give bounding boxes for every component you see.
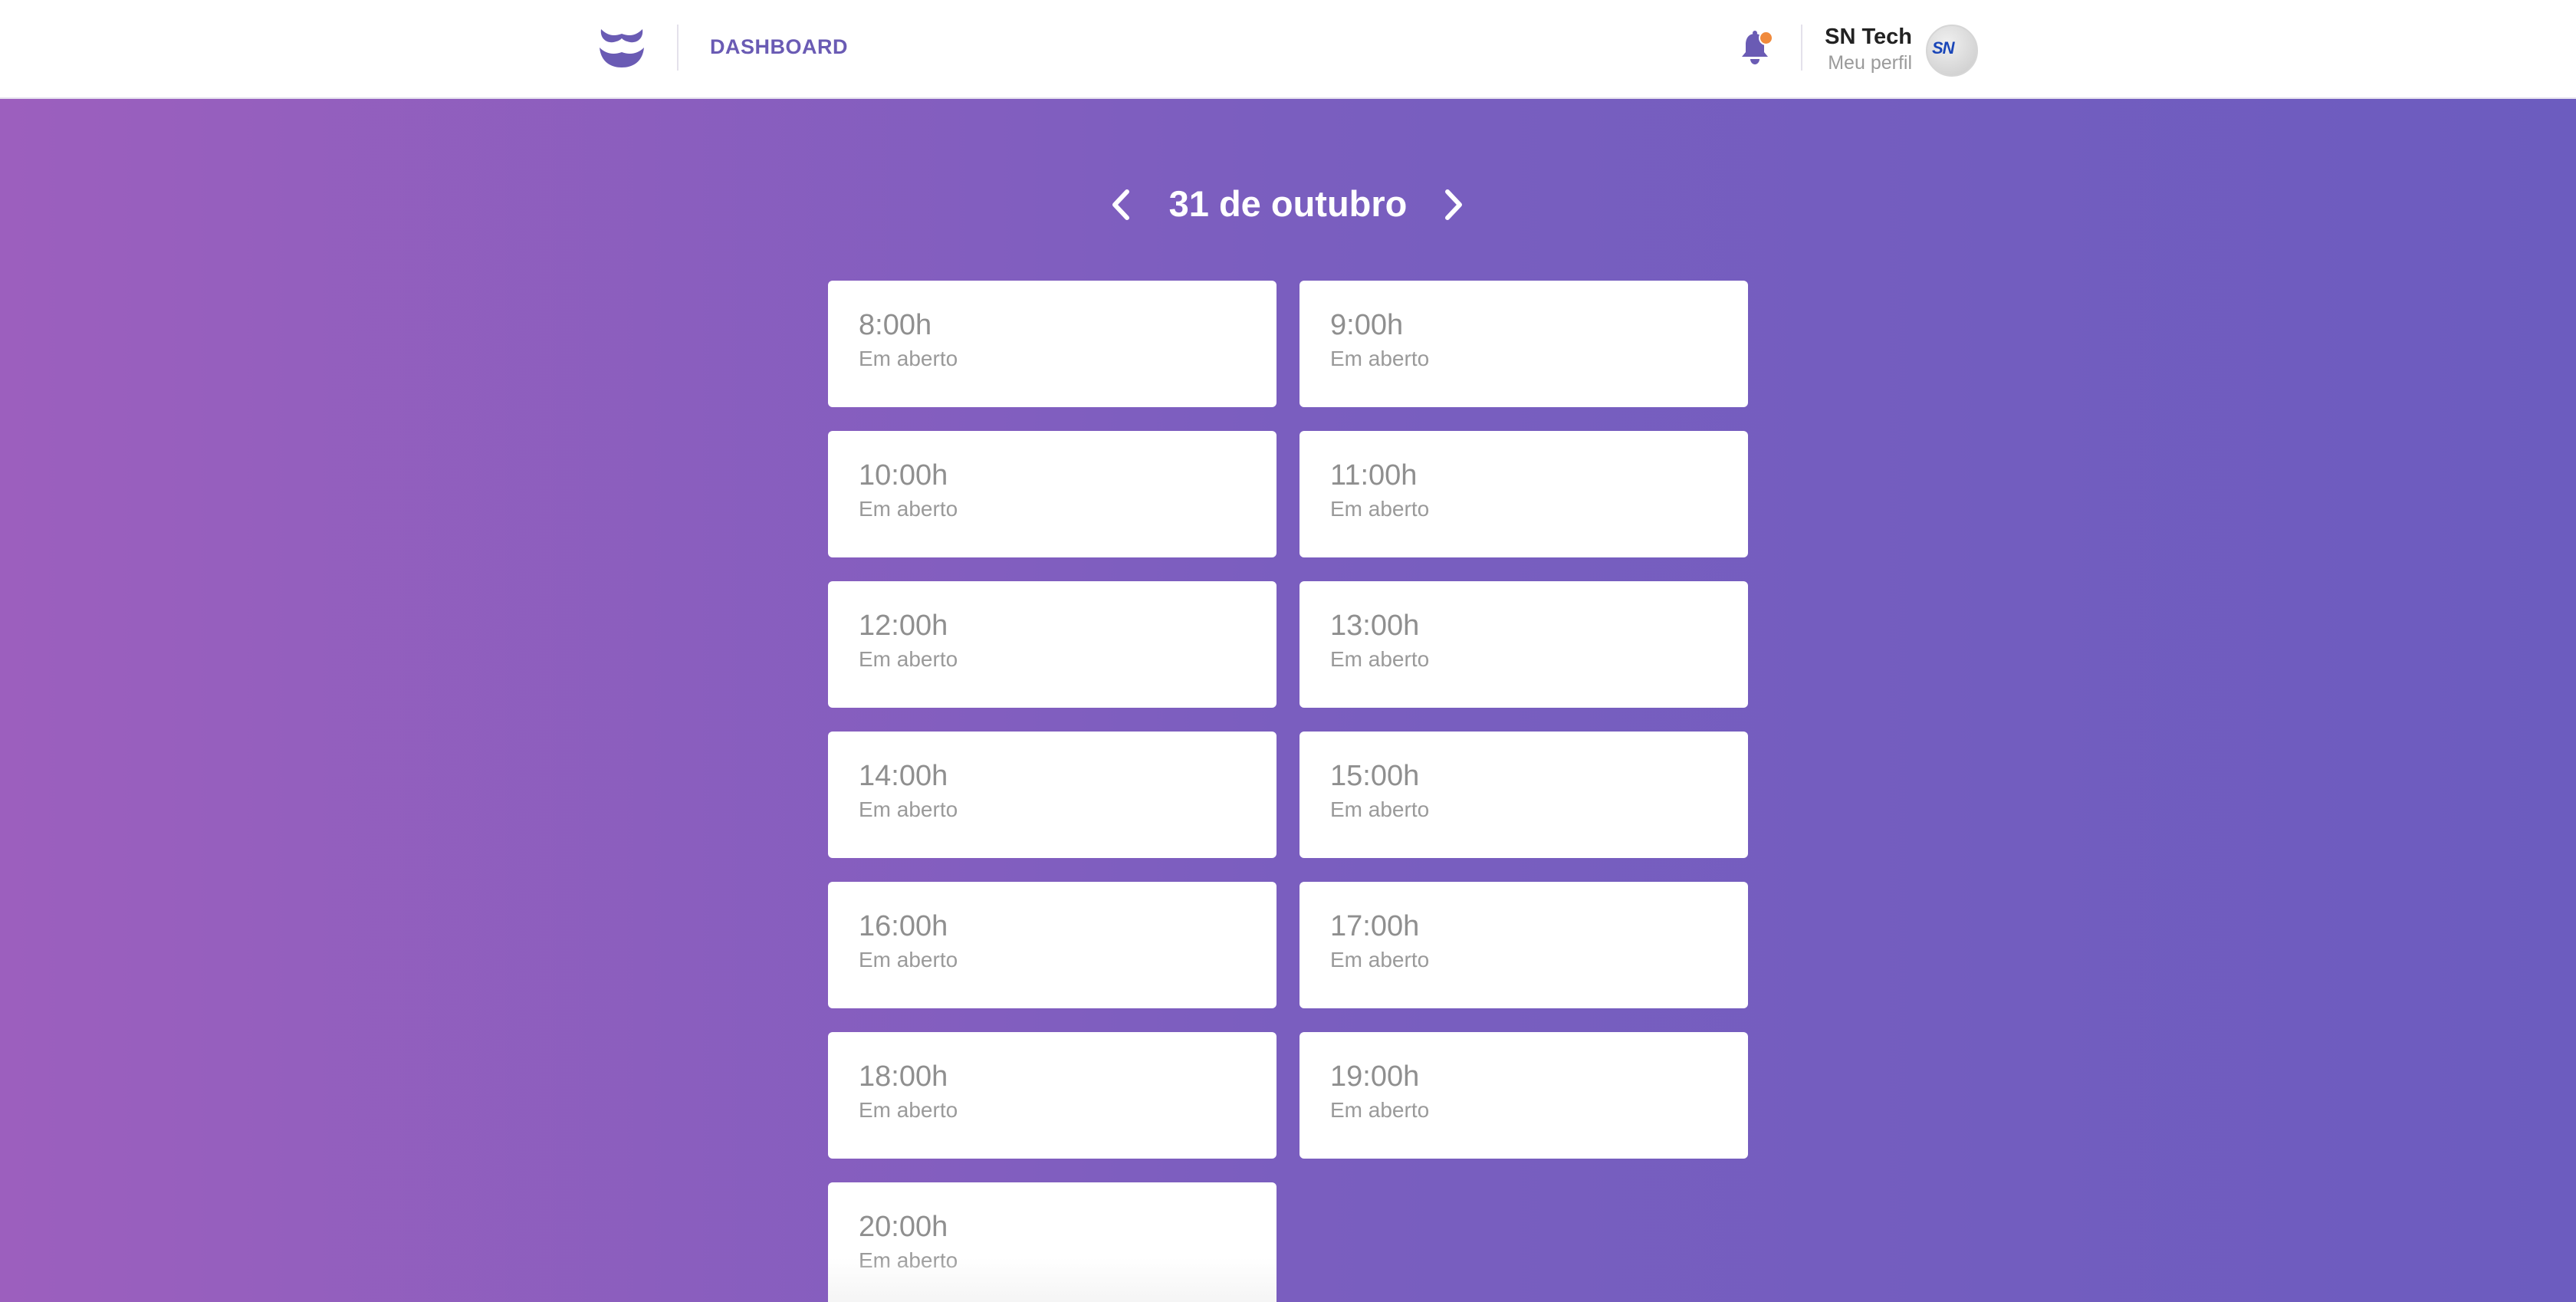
time-slot-card[interactable]: 17:00h Em aberto [1300, 882, 1748, 1008]
slot-time: 10:00h [859, 459, 948, 492]
slot-status: Em aberto [1330, 1098, 1430, 1122]
slot-time: 15:00h [1330, 760, 1420, 792]
slot-time: 12:00h [859, 610, 948, 642]
time-slot-card[interactable]: 20:00h Em aberto [828, 1182, 1276, 1302]
time-slot-card[interactable]: 10:00h Em aberto [828, 431, 1276, 557]
slot-time: 16:00h [859, 910, 948, 942]
slot-time: 13:00h [1330, 610, 1420, 642]
slot-time: 8:00h [859, 309, 932, 341]
header-divider [677, 25, 678, 71]
chevron-right-icon[interactable] [1434, 184, 1472, 225]
slot-status: Em aberto [1330, 948, 1430, 972]
time-slot-card[interactable]: 8:00h Em aberto [828, 281, 1276, 407]
slot-status: Em aberto [1330, 347, 1430, 370]
nav-dashboard-link[interactable]: DASHBOARD [710, 35, 848, 59]
slot-status: Em aberto [859, 647, 958, 671]
time-slot-card[interactable]: 15:00h Em aberto [1300, 732, 1748, 858]
chevron-left-icon[interactable] [1102, 184, 1141, 225]
time-slot-card[interactable]: 18:00h Em aberto [828, 1032, 1276, 1159]
time-slot-card[interactable]: 16:00h Em aberto [828, 882, 1276, 1008]
slot-time: 14:00h [859, 760, 948, 792]
slot-status: Em aberto [859, 1248, 958, 1272]
slot-time: 9:00h [1330, 309, 1404, 341]
user-name: SN Tech [1825, 25, 1912, 49]
slot-status: Em aberto [859, 948, 958, 972]
slot-time: 19:00h [1330, 1060, 1420, 1093]
slot-status: Em aberto [859, 497, 958, 521]
slot-status: Em aberto [859, 347, 958, 370]
slot-time: 11:00h [1330, 459, 1418, 492]
time-slot-card[interactable]: 9:00h Em aberto [1300, 281, 1748, 407]
my-profile-link[interactable]: Meu perfil [1828, 52, 1912, 74]
time-slot-card[interactable]: 14:00h Em aberto [828, 732, 1276, 858]
time-slot-card[interactable]: 13:00h Em aberto [1300, 581, 1748, 708]
avatar[interactable]: SN [1926, 25, 1978, 77]
slot-status: Em aberto [1330, 797, 1430, 821]
user-profile[interactable]: SN Tech Meu perfil SN [1825, 21, 1978, 77]
slot-status: Em aberto [859, 1098, 958, 1122]
slot-status: Em aberto [859, 797, 958, 821]
time-slot-card[interactable]: 19:00h Em aberto [1300, 1032, 1748, 1159]
avatar-logo-text: SN [1932, 38, 1955, 58]
date-title: 31 de outubro [1168, 183, 1408, 224]
slot-status: Em aberto [1330, 497, 1430, 521]
notification-dot [1759, 31, 1773, 45]
slot-status: Em aberto [1330, 647, 1430, 671]
time-slot-card[interactable]: 11:00h Em aberto [1300, 431, 1748, 557]
header-divider [1801, 25, 1802, 71]
slot-time: 18:00h [859, 1060, 948, 1093]
slot-time: 17:00h [1330, 910, 1420, 942]
date-navigator: 31 de outubro [0, 178, 2576, 232]
slot-time: 20:00h [859, 1211, 948, 1243]
top-header: DASHBOARD SN Tech Meu perfil SN [0, 0, 2576, 99]
time-slot-card[interactable]: 12:00h Em aberto [828, 581, 1276, 708]
mustache-logo-icon[interactable] [596, 26, 647, 69]
